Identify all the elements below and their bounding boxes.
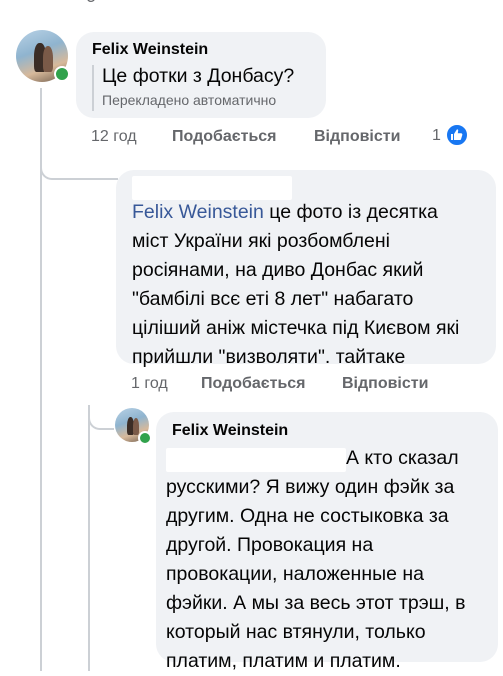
like-button[interactable]: Подобається — [172, 128, 277, 146]
reply-button[interactable]: Відповісти — [314, 128, 400, 146]
reply-text: А кто сказал русскими? Я вижу один фэйк … — [166, 447, 466, 672]
translation-quote-bar — [92, 65, 94, 111]
reply-bubble: Felix Weinstein А кто сказал русскими? Я… — [156, 412, 498, 672]
reply-bubble: Felix Weinstein це фото із десятка міст … — [116, 170, 496, 368]
like-button[interactable]: Подобається — [201, 375, 306, 393]
redacted-author-name — [132, 176, 292, 200]
online-status-dot — [54, 66, 70, 82]
redacted-mention — [166, 448, 346, 472]
online-status-dot — [138, 431, 152, 445]
comment-timestamp[interactable]: 12 год — [91, 128, 137, 146]
reaction-count: 1 — [432, 127, 441, 144]
thread-line-reply-branch — [88, 418, 114, 430]
auto-translated-note[interactable]: Перекладено автоматично — [102, 92, 276, 108]
reply-text: Felix Weinstein це фото із десятка міст … — [132, 201, 460, 368]
reply-button[interactable]: Відповісти — [342, 375, 428, 393]
thread-line-branch — [40, 168, 118, 180]
comment-text: Це фотки з Донбасу? — [102, 65, 295, 87]
mention-link[interactable]: Felix Weinstein — [132, 201, 264, 223]
comment-bubble: Felix Weinstein Це фотки з Донбасу? Пере… — [76, 32, 326, 118]
partial-top-text: o — [86, 0, 96, 7]
reply-author[interactable]: Felix Weinstein — [172, 422, 288, 440]
thread-line-reply — [88, 405, 90, 671]
reply-timestamp[interactable]: 1 год — [131, 375, 168, 393]
comment-actions: 12 год Подобається Відповісти — [91, 128, 491, 148]
reply-actions: 1 год Подобається Відповісти — [131, 375, 491, 395]
comment-author[interactable]: Felix Weinstein — [92, 41, 208, 59]
thumbs-up-icon — [445, 123, 469, 147]
